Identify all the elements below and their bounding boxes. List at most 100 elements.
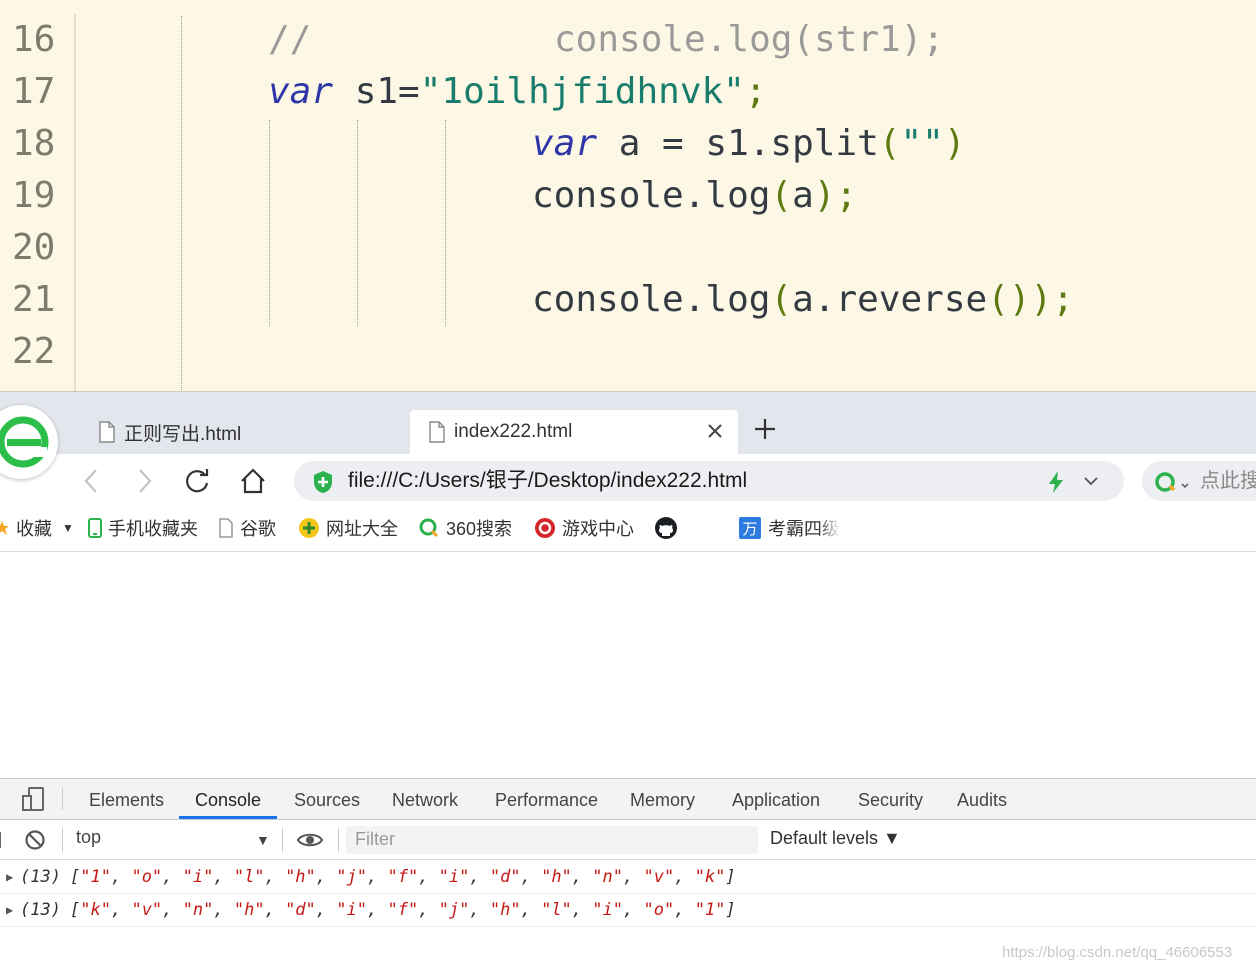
array-item: "h" [489, 900, 521, 920]
tab-console[interactable]: Console [179, 779, 278, 819]
back-button[interactable] [76, 466, 106, 496]
semicolon-token: ; [1052, 279, 1074, 320]
identifier-token: a.reverse [792, 279, 988, 320]
file-icon [428, 421, 446, 443]
line-number: 17 [12, 71, 56, 112]
tab-sources[interactable]: Sources [294, 779, 360, 819]
array-item: "o" [643, 900, 675, 920]
code-text: var a = s1.split("") [532, 118, 966, 170]
console-row[interactable]: ▶ (13) ["k", "v", "n", "h", "d", "i", "f… [0, 894, 1256, 927]
bookmark-github[interactable] [654, 512, 684, 544]
bookmark-mobile[interactable]: 手机收藏夹 [88, 512, 198, 544]
log-levels-dropdown[interactable]: Default levels ▼ [770, 828, 901, 849]
close-icon[interactable] [706, 422, 724, 446]
array-item: "i" [592, 900, 623, 920]
array-item: "h" [541, 867, 572, 887]
line-number: 16 [12, 19, 56, 60]
tab-memory[interactable]: Memory [630, 779, 695, 819]
array-item: "o" [131, 867, 163, 887]
keyword-token: var [268, 71, 334, 112]
array-item: "1" [694, 900, 726, 920]
identifier-token: a [792, 175, 814, 216]
console-row[interactable]: ▶ (13) ["1", "o", "i", "l", "h", "j", "f… [0, 861, 1256, 894]
bookmark-games[interactable]: 游戏中心 [534, 512, 634, 544]
tab-network[interactable]: Network [392, 779, 458, 819]
inspect-element-icon[interactable] [0, 790, 6, 815]
caret-down-icon: ▼ [62, 521, 74, 535]
tab-application[interactable]: Application [732, 779, 820, 819]
array-item: "v" [643, 867, 675, 887]
array-item: "l" [541, 900, 572, 920]
paren-token: ) [943, 123, 966, 164]
tab-audits[interactable]: Audits [957, 779, 1007, 819]
string-token: "1oilhjfidhnvk" [419, 71, 745, 112]
search-engine-icon[interactable] [1154, 470, 1192, 499]
array-item: "h" [233, 900, 265, 920]
code-line: 17 var s1="1oilhjfidhnvk"; [0, 66, 1256, 118]
separator [338, 828, 339, 852]
sidebar-toggle-icon[interactable] [0, 830, 6, 855]
array-item: "1" [80, 867, 111, 887]
line-number: 21 [12, 279, 56, 320]
tab-label: index222.html [454, 421, 573, 442]
bookmark-label: 游戏中心 [562, 519, 634, 539]
filter-input[interactable] [346, 826, 758, 854]
tab-index222[interactable]: index222.html [410, 410, 738, 454]
reload-button[interactable] [182, 466, 212, 496]
forward-button[interactable] [130, 466, 160, 496]
bookmark-label: 谷歌 [240, 519, 276, 539]
page-viewport[interactable] [0, 552, 1256, 778]
context-selector[interactable]: top [76, 827, 101, 848]
code-line: 16 // console.log(str1); [0, 14, 1256, 66]
url-text[interactable]: file:///C:/Users/银子/Desktop/index222.htm… [348, 461, 747, 501]
expand-triangle-icon[interactable]: ▶ [6, 861, 13, 894]
page-icon [218, 518, 234, 538]
code-line: 20 [0, 222, 1256, 274]
home-button[interactable] [238, 466, 268, 496]
expand-triangle-icon[interactable]: ▶ [6, 894, 13, 927]
array-item: "f" [387, 867, 419, 887]
tab-performance[interactable]: Performance [495, 779, 598, 819]
code-text: var s1="1oilhjfidhnvk"; [268, 66, 767, 118]
tab-security[interactable]: Security [858, 779, 923, 819]
separator [282, 828, 283, 852]
tab-label: 正则写出.html [124, 423, 242, 445]
paren-token: ( [770, 175, 793, 216]
bookmark-360search[interactable]: 360搜索 [418, 512, 512, 544]
array-item: "j" [336, 867, 367, 887]
code-editor[interactable]: 16 // console.log(str1); 17 var s1="1oil… [0, 0, 1256, 392]
bookmark-label: 网址大全 [326, 519, 398, 539]
tab-elements[interactable]: Elements [89, 779, 164, 819]
watermark: https://blog.csdn.net/qq_46606553 [1002, 944, 1233, 961]
array-item: "k" [80, 900, 111, 920]
tab-zhengze[interactable]: 正则写出.html [98, 410, 398, 454]
line-number: 22 [12, 331, 56, 372]
new-tab-button[interactable] [752, 416, 778, 447]
array-item: "n" [592, 867, 623, 887]
array-length: (13) [20, 867, 61, 887]
array-item: "i" [182, 867, 214, 887]
caret-down-icon[interactable]: ▼ [256, 832, 270, 848]
eye-icon[interactable] [296, 830, 324, 855]
array-item: "f" [387, 900, 419, 920]
line-number: 18 [12, 123, 56, 164]
array-preview: ["1", "o", "i", "l", "h", "j", "f", "i",… [70, 867, 736, 887]
identifier-token: s1= [333, 71, 420, 112]
bookmark-google[interactable]: 谷歌 [218, 512, 276, 544]
github-icon [654, 516, 678, 540]
device-toolbar-icon[interactable] [20, 786, 46, 817]
array-item: "j" [438, 900, 470, 920]
clear-console-icon[interactable] [24, 829, 46, 856]
bookmark-kaoba[interactable]: 万 考霸四级 [738, 512, 840, 544]
security-shield-icon[interactable] [312, 470, 334, 499]
code-line: 22 [0, 326, 1256, 378]
paren-token: ) [813, 175, 836, 216]
chevron-down-icon[interactable] [1082, 472, 1100, 495]
comment-token: console.log(str1); [554, 19, 945, 60]
lightning-icon[interactable] [1046, 470, 1066, 499]
bookmark-favorites[interactable]: 收藏 ▼ [0, 512, 74, 544]
star-icon [0, 520, 10, 536]
bookmark-sites[interactable]: 网址大全 [298, 512, 398, 544]
array-item: "n" [182, 900, 214, 920]
array-item: "i" [336, 900, 367, 920]
